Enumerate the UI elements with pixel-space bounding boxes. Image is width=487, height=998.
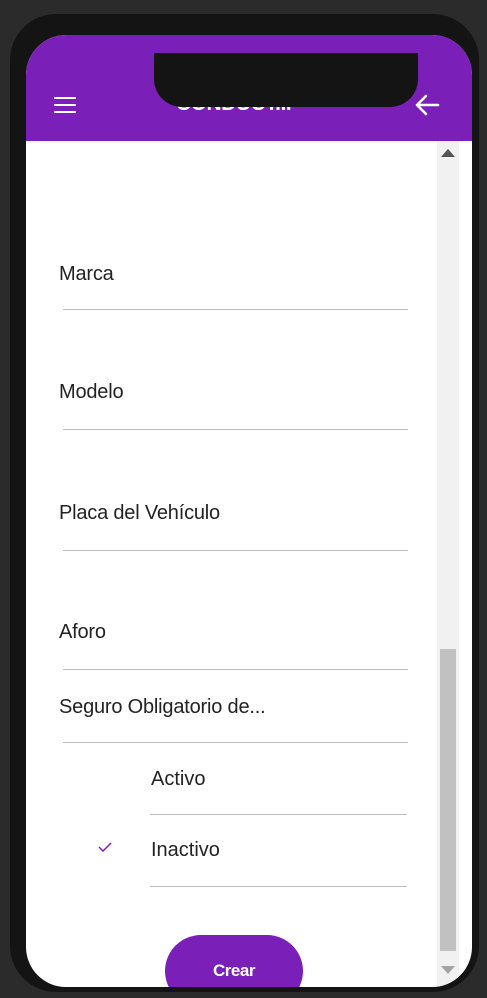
marca-field[interactable] [63,143,408,310]
hamburger-menu-icon[interactable] [54,97,76,113]
option-activo[interactable]: Activo [151,768,205,791]
placa-label: Placa del Vehículo [59,502,220,524]
scroll-up-arrow-icon[interactable] [441,149,455,157]
option-divider [150,886,407,887]
phone-notch [154,53,418,107]
scroll-thumb[interactable] [440,649,456,951]
crear-button[interactable]: Crear [165,935,303,987]
phone-screen: CONDUCT... Marca Modelo Placa del Vehícu… [26,35,472,987]
option-inactivo[interactable]: Inactivo [151,839,220,862]
scrollbar[interactable] [437,141,459,987]
form-content: Marca Modelo Placa del Vehículo Aforo Se… [26,141,472,987]
modelo-field[interactable] [63,309,408,430]
arrow-left-icon[interactable] [414,93,440,117]
aforo-field[interactable] [63,551,408,670]
aforo-label: Aforo [59,621,106,643]
scroll-down-arrow-icon[interactable] [441,966,455,974]
checkmark-icon [98,842,112,852]
seguro-label: Seguro Obligatorio de... [59,696,266,718]
modelo-label: Modelo [59,381,124,403]
option-divider [150,814,407,815]
marca-label: Marca [59,263,114,285]
placa-field[interactable] [63,430,408,551]
